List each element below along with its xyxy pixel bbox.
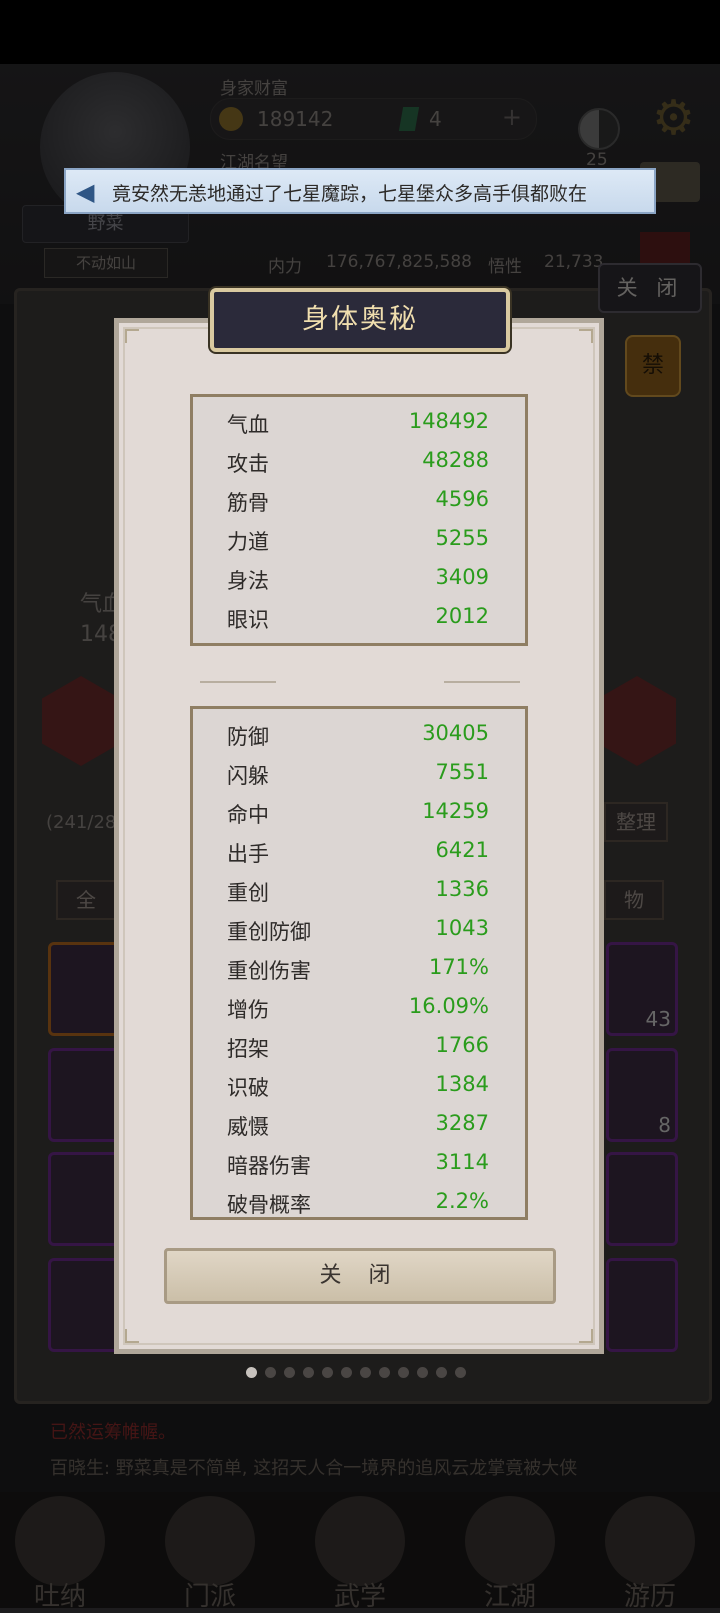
stat-value: 3114 [435,1150,489,1174]
stat-value: 2.2% [435,1189,489,1213]
stat-row: 出手 6421 [227,834,489,872]
page-dot [417,1367,428,1378]
stat-row: 破骨概率 2.2% [227,1185,489,1217]
stat-row: 增伤 16.09% [227,990,489,1028]
stat-row: 眼识 2012 [227,600,489,638]
page-dot [341,1367,352,1378]
stat-label: 眼识 [227,608,269,632]
corner-ornament [125,1329,139,1343]
page-dot [322,1367,333,1378]
divider-line [444,681,520,683]
stat-label: 力道 [227,530,269,554]
stat-row: 识破 1384 [227,1068,489,1106]
stat-value: 7551 [435,760,489,784]
combat-stats-panel[interactable]: 防御 30405 闪躲 7551 命中 14259 出手 6421 重创 1336 重创防… [190,706,528,1220]
stat-label: 气血 [227,413,269,437]
dialog-title: 身体奥秘 [302,304,418,335]
page-dot [398,1367,409,1378]
stat-label: 闪躲 [227,764,269,788]
stat-value: 3409 [435,565,489,589]
stat-label: 重创 [227,881,269,905]
stat-label: 防御 [227,725,269,749]
stat-row: 身法 3409 [227,561,489,599]
page-dot [284,1367,295,1378]
corner-ornament [579,329,593,343]
stat-value: 1336 [435,877,489,901]
stat-value: 1043 [435,916,489,940]
page-dot [455,1367,466,1378]
stat-row: 重创伤害 171% [227,951,489,989]
stat-row: 防御 30405 [227,717,489,755]
stat-row: 气血 148492 [227,405,489,443]
stat-value: 48288 [422,448,489,472]
stat-label: 增伤 [227,998,269,1022]
stat-value: 6421 [435,838,489,862]
stat-row: 重创 1336 [227,873,489,911]
stat-value: 5255 [435,526,489,550]
stat-row: 命中 14259 [227,795,489,833]
stat-label: 身法 [227,569,269,593]
page-indicator [246,1363,474,1378]
dialog-title-plaque: 身体奥秘 [210,288,510,352]
stat-value: 2012 [435,604,489,628]
stat-value: 3287 [435,1111,489,1135]
stat-label: 重创伤害 [227,959,311,983]
stat-row: 招架 1766 [227,1029,489,1067]
stat-label: 重创防御 [227,920,311,944]
page-dot [265,1367,276,1378]
stat-label: 暗器伤害 [227,1154,311,1178]
stat-value: 16.09% [408,994,489,1018]
stat-label: 招架 [227,1037,269,1061]
stat-value: 1766 [435,1033,489,1057]
page-dot [303,1367,314,1378]
close-button[interactable]: 关 闭 [164,1248,556,1304]
stat-value: 14259 [422,799,489,823]
stat-row: 暗器伤害 3114 [227,1146,489,1184]
stat-label: 识破 [227,1076,269,1100]
stat-row: 重创防御 1043 [227,912,489,950]
ornamental-divider [200,676,520,688]
stat-label: 攻击 [227,452,269,476]
page-dot [379,1367,390,1378]
stat-value: 4596 [435,487,489,511]
stat-row: 力道 5255 [227,522,489,560]
stat-row: 筋骨 4596 [227,483,489,521]
stat-label: 命中 [227,803,269,827]
stat-value: 30405 [422,721,489,745]
stat-value: 1384 [435,1072,489,1096]
stat-value: 148492 [408,409,489,433]
stat-label: 筋骨 [227,491,269,515]
page-dot [436,1367,447,1378]
base-stats-panel: 气血 148492 攻击 48288 筋骨 4596 力道 5255 身法 3409 眼识… [190,394,528,646]
stat-row: 威慑 3287 [227,1107,489,1145]
page-dot-active [246,1367,257,1378]
page-dot [360,1367,371,1378]
notice-banner: ◀ 竟安然无恙地通过了七星魔踪，七星堡众多高手俱都败在 [64,168,656,214]
corner-ornament [125,329,139,343]
stat-row: 闪躲 7551 [227,756,489,794]
notice-text: 竟安然无恙地通过了七星魔踪，七星堡众多高手俱都败在 [112,183,588,205]
divider-line [200,681,276,683]
stat-value: 171% [428,955,489,979]
corner-ornament [579,1329,593,1343]
stat-label: 威慑 [227,1115,269,1139]
stat-row: 攻击 48288 [227,444,489,482]
stat-label: 破骨概率 [227,1193,311,1217]
stat-label: 出手 [227,842,269,866]
megaphone-icon: ◀ [76,178,95,206]
